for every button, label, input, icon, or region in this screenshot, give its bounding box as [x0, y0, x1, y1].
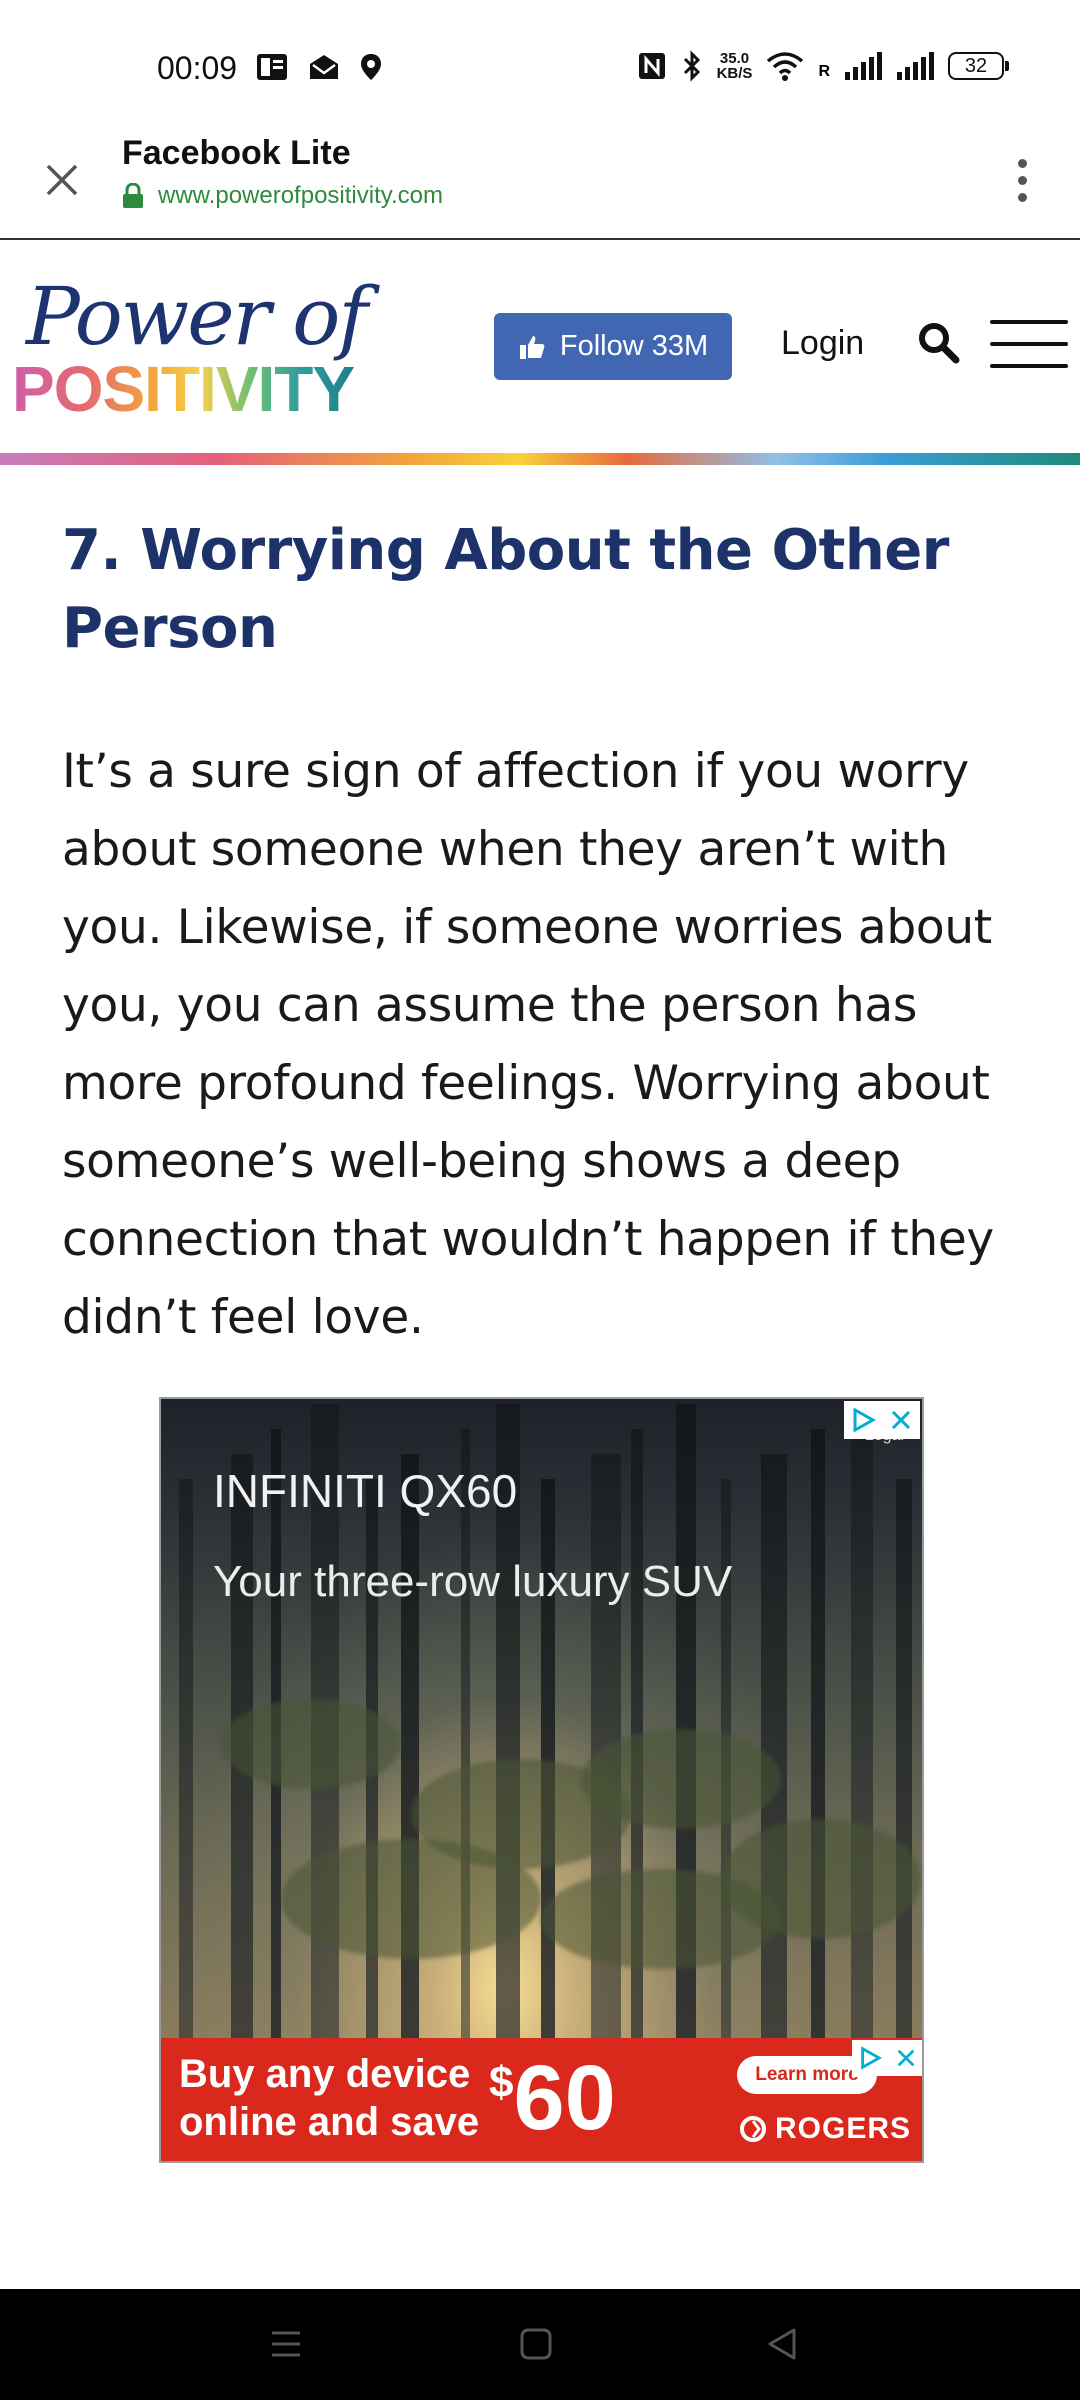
recent-apps-button[interactable]	[256, 2319, 316, 2369]
tree-trunk	[811, 1429, 825, 2039]
battery-icon: 32	[948, 52, 1009, 80]
roaming-label: R	[818, 63, 830, 80]
recent-apps-icon	[272, 2331, 300, 2357]
banner-amount: 60	[513, 2047, 616, 2149]
url-text: www.powerofpositivity.com	[158, 182, 443, 209]
follow-label: Follow 33M	[559, 330, 709, 362]
more-options-icon	[1017, 192, 1027, 202]
network-speed-value: 35.0	[719, 50, 750, 67]
login-link[interactable]: Login	[781, 324, 864, 363]
status-icons-right: 35.0 KB/S R 32	[637, 50, 1009, 82]
adchoices-badge[interactable]	[844, 1401, 920, 1439]
close-ad-icon[interactable]	[882, 1401, 920, 1439]
bluetooth-icon	[683, 50, 700, 82]
banner-line-2: online and save	[179, 2100, 480, 2144]
network-speed-unit: KB/S	[716, 65, 753, 82]
article-paragraph: It’s a sure sign of affection if you wor…	[62, 744, 994, 1345]
news-icon	[257, 54, 287, 80]
close-ad-icon[interactable]	[888, 2040, 922, 2076]
nfc-icon	[638, 53, 665, 79]
tree-foliage	[221, 1699, 401, 1789]
banner-line-1: Buy any device	[179, 2052, 471, 2096]
tree-trunk	[896, 1479, 912, 2039]
more-options-icon	[1017, 158, 1027, 168]
tree-foliage	[581, 1729, 781, 1829]
home-button[interactable]	[506, 2319, 566, 2369]
location-icon	[361, 54, 381, 80]
wifi-icon	[767, 52, 804, 81]
url-bar[interactable]: www.powerofpositivity.com	[122, 182, 443, 210]
network-speed: 35.0 KB/S	[717, 51, 753, 81]
tree-foliage	[281, 1839, 541, 1959]
status-icons-left	[255, 52, 383, 82]
thumbs-up-icon	[519, 335, 545, 359]
search-icon[interactable]	[916, 320, 960, 364]
more-options-icon	[1017, 175, 1027, 185]
browser-header: Facebook Lite www.powerofpositivity.com	[0, 120, 1080, 240]
rainbow-divider	[0, 453, 1080, 465]
more-options-button[interactable]	[994, 150, 1050, 210]
banner-adchoices-badge[interactable]	[852, 2040, 922, 2076]
article-heading: 7. Worrying About the Other Person	[62, 518, 949, 661]
signal-icon	[845, 52, 882, 80]
rogers-brand: ROGERS	[775, 2112, 912, 2145]
site-header: Power of POSITIVITY Follow 33M Login	[0, 240, 1080, 465]
system-nav-bar	[0, 2289, 1080, 2400]
status-bar: 00:09 35.0 KB/S R 32	[0, 0, 1080, 120]
logo-top-text: Power of	[26, 270, 368, 363]
follow-button[interactable]: Follow 33M	[494, 313, 732, 380]
lock-icon	[123, 183, 143, 208]
rogers-logo: ROGERS	[739, 2112, 911, 2146]
home-icon	[520, 2328, 552, 2360]
banner-price: $60	[489, 2046, 616, 2151]
tree-trunk	[761, 1454, 787, 2039]
mail-icon	[310, 55, 338, 79]
close-icon	[46, 164, 78, 196]
advertisement[interactable]: INFINITI QX60 Your three-row luxury SUV …	[159, 1397, 924, 2163]
signal-icon	[897, 52, 934, 80]
browser-title: Facebook Lite	[122, 134, 351, 172]
hamburger-menu-icon[interactable]	[990, 320, 1068, 368]
ad-banner[interactable]: Buy any device online and save $60 Learn…	[161, 2038, 922, 2161]
logo-bottom-text: POSITIVITY	[12, 353, 355, 425]
tree-trunk	[851, 1404, 873, 2039]
ad-title: INFINITI QX60	[213, 1465, 518, 1517]
close-button[interactable]	[34, 152, 90, 208]
tree-trunk	[179, 1479, 193, 2039]
site-logo[interactable]: Power of POSITIVITY	[12, 270, 368, 425]
banner-currency: $	[489, 2058, 514, 2107]
status-time: 00:09	[157, 50, 238, 86]
menu-line	[990, 364, 1068, 368]
adchoices-icon[interactable]	[844, 1401, 882, 1439]
back-button[interactable]	[752, 2319, 812, 2369]
rogers-swirl-icon	[740, 2116, 766, 2142]
back-icon	[768, 2328, 796, 2360]
menu-line	[990, 320, 1068, 324]
menu-line	[990, 342, 1068, 346]
tree-foliage	[721, 1819, 921, 1939]
ad-subtitle: Your three-row luxury SUV	[213, 1557, 733, 1606]
adchoices-icon[interactable]	[852, 2040, 888, 2076]
